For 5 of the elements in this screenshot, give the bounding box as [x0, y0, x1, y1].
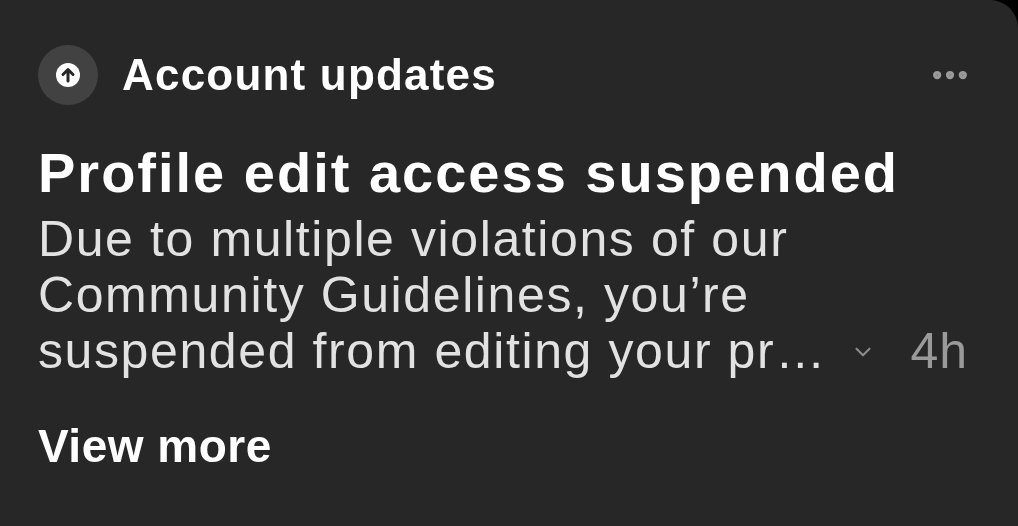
time-label: 4h — [910, 323, 968, 379]
notification-title: Profile edit access suspended — [38, 141, 900, 205]
notification-body: Due to multiple violations of our Community Guidelines, you’re suspended from editing your pr… — [38, 211, 828, 379]
view-more-link[interactable]: View more — [38, 423, 272, 469]
category-title: Account updates — [122, 53, 497, 97]
